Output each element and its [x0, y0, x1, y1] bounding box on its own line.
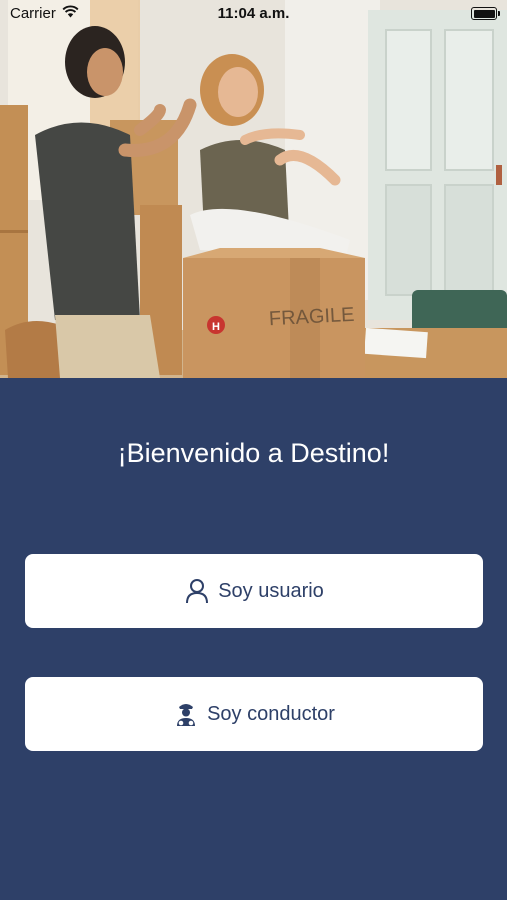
- soy-usuario-button[interactable]: Soy usuario: [25, 554, 483, 628]
- soy-usuario-label: Soy usuario: [218, 579, 324, 602]
- status-time: 11:04 a.m.: [217, 5, 290, 22]
- hero-illustration: H FRAGILE: [0, 0, 507, 378]
- welcome-title: ¡Bienvenido a Destino!: [117, 438, 390, 468]
- hero-image: H FRAGILE: [0, 0, 507, 378]
- status-bar: Carrier 11:04 a.m.: [0, 0, 507, 28]
- battery-icon: [471, 7, 500, 20]
- person-icon: [184, 578, 210, 604]
- box-logo: H: [212, 321, 220, 333]
- box-label: FRAGILE: [268, 304, 355, 330]
- driver-icon: [173, 701, 199, 727]
- soy-conductor-button[interactable]: Soy conductor: [25, 677, 483, 751]
- soy-conductor-label: Soy conductor: [207, 702, 335, 725]
